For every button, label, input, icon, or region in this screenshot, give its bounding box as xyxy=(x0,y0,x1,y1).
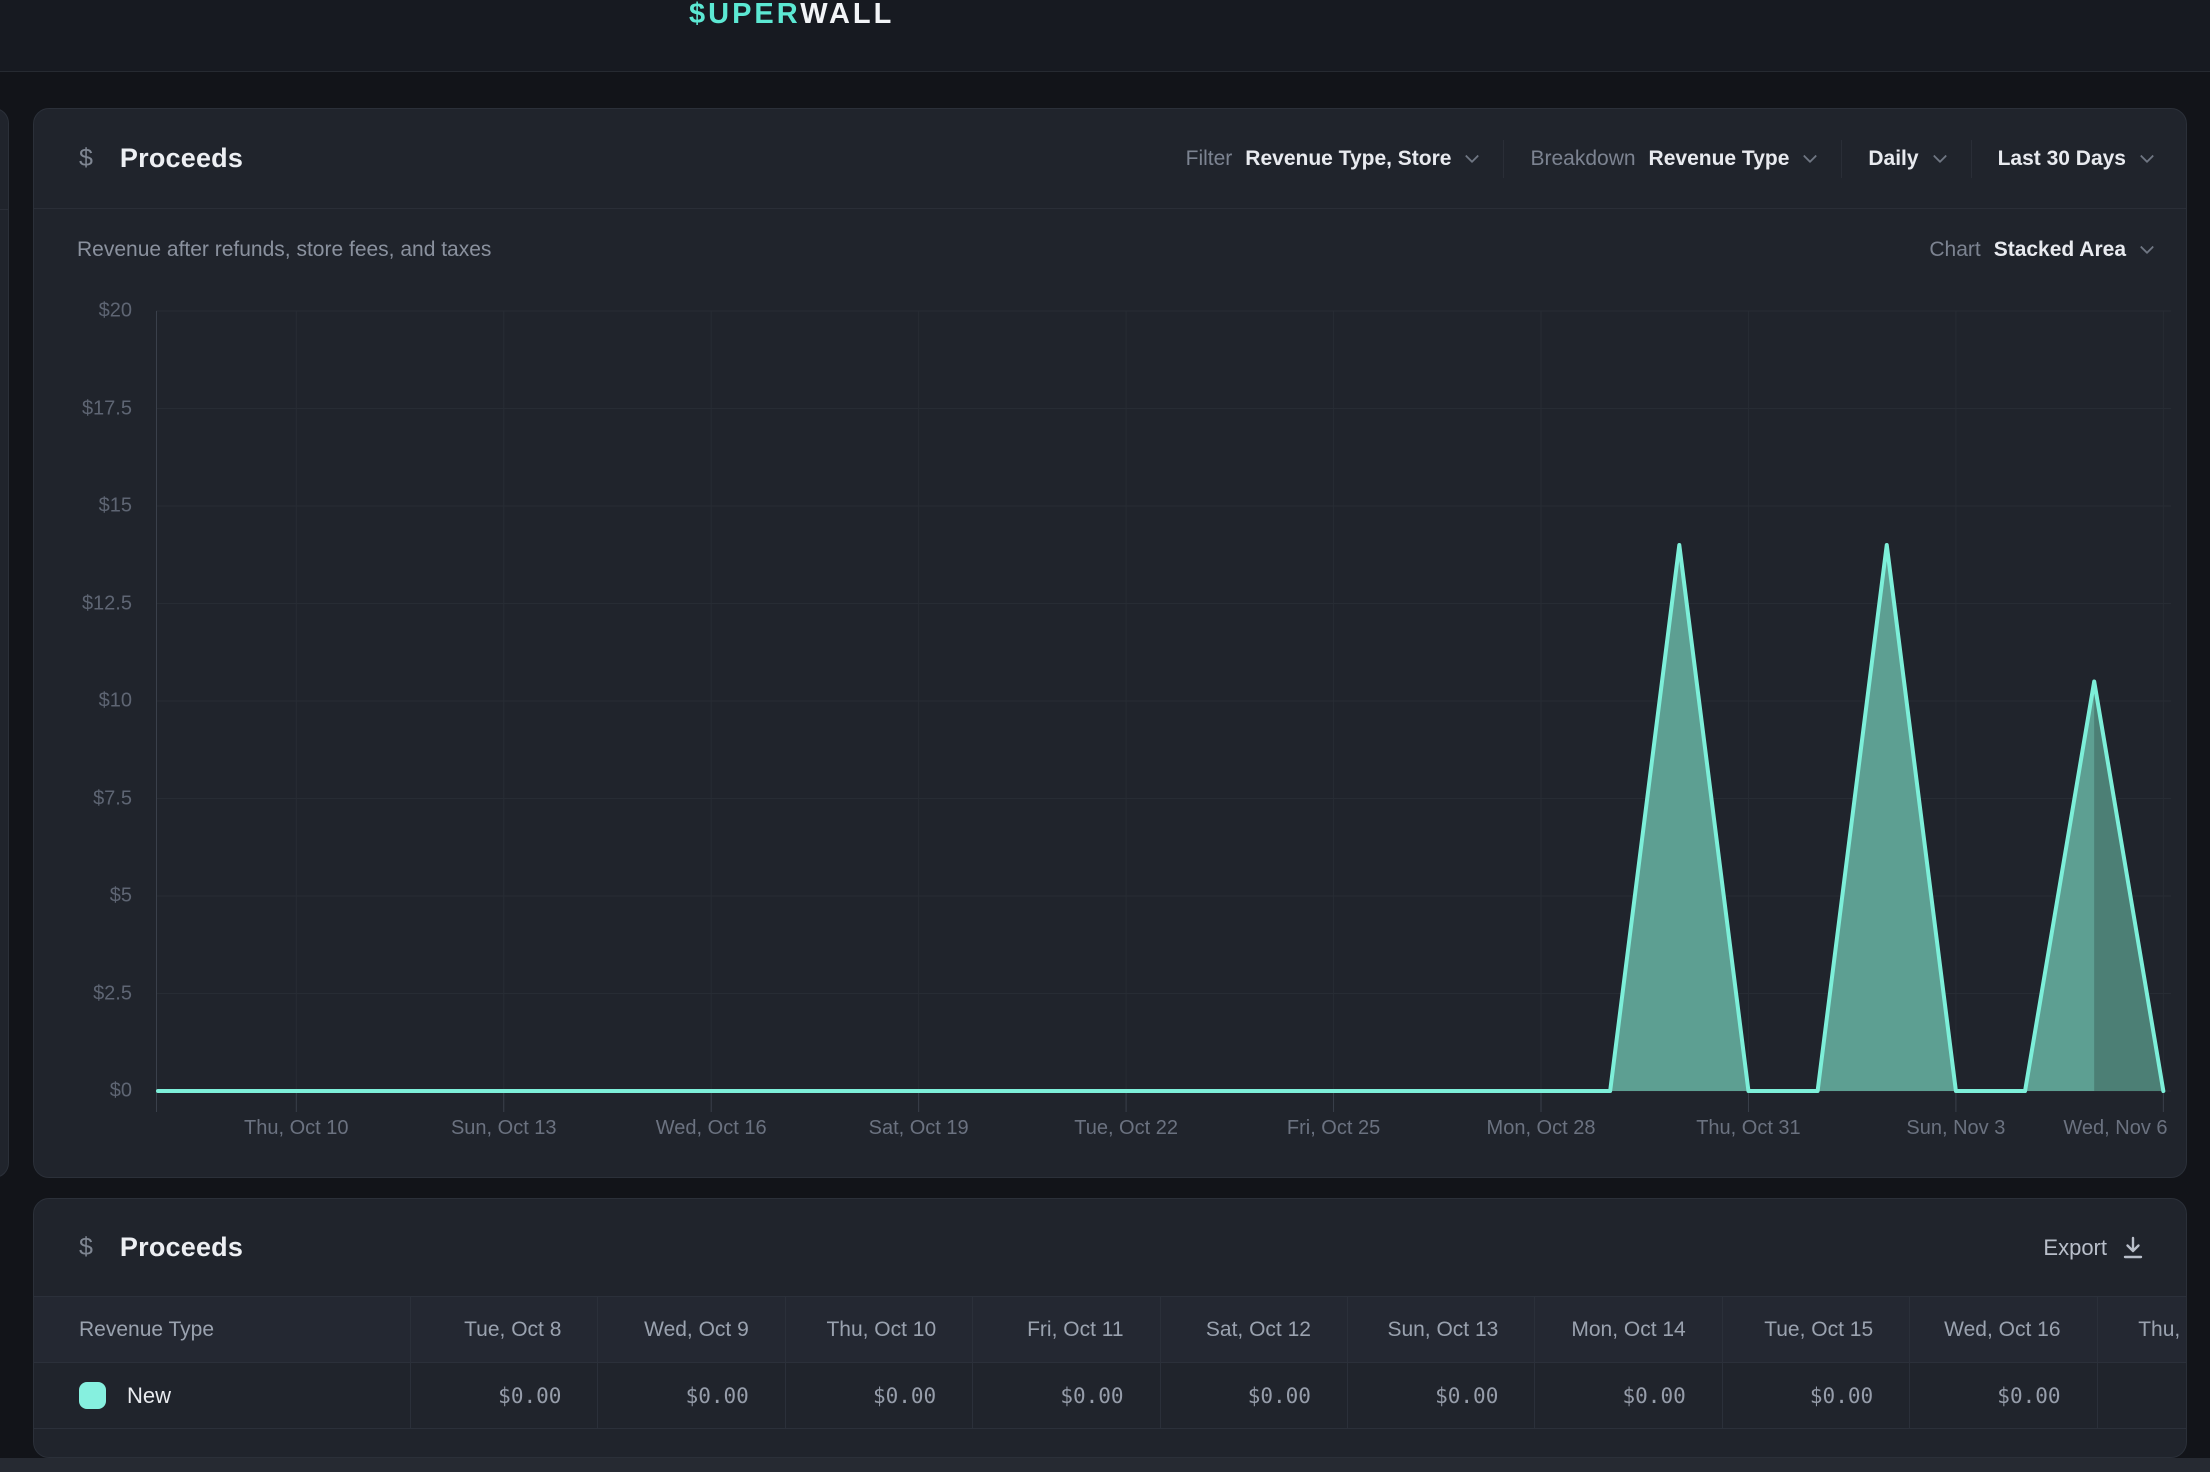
chevron-down-icon xyxy=(1933,149,1947,163)
y-axis-label: $17.5 xyxy=(82,397,132,420)
download-icon xyxy=(2122,1236,2144,1260)
date-range-dropdown[interactable]: Last 30 Days xyxy=(1998,147,2152,171)
y-axis-label: $2.5 xyxy=(93,982,132,1005)
area-chart-svg xyxy=(156,291,2171,1119)
y-axis-label: $5 xyxy=(110,885,132,908)
column-header-date: Tue, Oct 15 xyxy=(1722,1297,1909,1362)
granularity-value: Daily xyxy=(1868,147,1918,171)
column-header-date: Wed, Oct 16 xyxy=(1909,1297,2096,1362)
column-header-date: Fri, Oct 11 xyxy=(972,1297,1159,1362)
y-axis-label: $15 xyxy=(99,495,132,518)
revenue-type-cell: New xyxy=(34,1363,410,1428)
x-axis-label: Tue, Oct 22 xyxy=(1074,1117,1178,1140)
breakdown-value: Revenue Type xyxy=(1649,147,1790,171)
chevron-down-icon xyxy=(1803,149,1817,163)
breakdown-dropdown[interactable]: Breakdown Revenue Type xyxy=(1530,147,1815,171)
column-header-date: Wed, Oct 9 xyxy=(597,1297,784,1362)
column-header-date: Sat, Oct 12 xyxy=(1160,1297,1347,1362)
y-axis-label: $7.5 xyxy=(93,787,132,810)
y-axis: $20 $17.5 $15 $12.5 $10 $7.5 $5 $2.5 $0 xyxy=(34,291,132,1119)
chart-type-dropdown[interactable]: Chart Stacked Area xyxy=(1929,238,2152,262)
stacked-area-chart: $20 $17.5 $15 $12.5 $10 $7.5 $5 $2.5 $0 Thu, Oct… xyxy=(34,291,2186,1178)
value-cell: $0.00 xyxy=(1347,1363,1534,1428)
table-panel-header: $ Proceeds Export xyxy=(34,1199,2186,1296)
filter-label: Filter xyxy=(1186,147,1233,171)
series-swatch-icon xyxy=(79,1382,106,1409)
value-cell: $0.00 xyxy=(1534,1363,1721,1428)
dollar-icon: $ xyxy=(79,144,93,173)
logo-rest-text: WALL xyxy=(800,0,894,30)
filter-dropdown[interactable]: Filter Revenue Type, Store xyxy=(1186,147,1478,171)
chart-subheader: Revenue after refunds, store fees, and t… xyxy=(34,209,2186,291)
chevron-down-icon xyxy=(2140,240,2154,254)
y-axis-label: $0 xyxy=(110,1080,132,1103)
y-axis-label: $20 xyxy=(99,300,132,323)
granularity-dropdown[interactable]: Daily xyxy=(1868,147,1944,171)
dollar-icon: $ xyxy=(79,1233,93,1262)
chart-type-value: Stacked Area xyxy=(1994,238,2126,262)
x-axis-label: Fri, Oct 25 xyxy=(1287,1117,1380,1140)
adjacent-panel-edge xyxy=(0,108,9,1178)
chevron-down-icon xyxy=(2140,149,2154,163)
chart-type-label: Chart xyxy=(1929,238,1980,262)
date-range-value: Last 30 Days xyxy=(1998,147,2126,171)
value-cell: $0.00 xyxy=(1160,1363,1347,1428)
value-cell: $0.00 xyxy=(410,1363,597,1428)
column-header-date: Thu, Oct 17 xyxy=(2097,1297,2187,1362)
adjacent-panel-divider xyxy=(0,209,8,210)
bottom-strip xyxy=(0,1458,2210,1472)
table-header-row: Revenue TypeTue, Oct 8Wed, Oct 9Thu, Oct… xyxy=(34,1296,2187,1363)
y-axis-label: $10 xyxy=(99,690,132,713)
x-axis-label: Sat, Oct 19 xyxy=(869,1117,969,1140)
export-label: Export xyxy=(2043,1235,2107,1261)
value-cell: $0.00 xyxy=(597,1363,784,1428)
column-header-revenue-type: Revenue Type xyxy=(34,1297,410,1362)
x-axis-label: Wed, Nov 6 xyxy=(2063,1117,2167,1140)
chart-panel-header: $ Proceeds Filter Revenue Type, Store Br… xyxy=(34,109,2186,209)
x-axis-label: Sun, Oct 13 xyxy=(451,1117,557,1140)
filter-value: Revenue Type, Store xyxy=(1245,147,1451,171)
chart-subtitle: Revenue after refunds, store fees, and t… xyxy=(77,238,491,262)
divider xyxy=(1503,140,1504,178)
chevron-down-icon xyxy=(1465,149,1479,163)
value-cell: $0.00 xyxy=(1909,1363,2096,1428)
x-axis-label: Sun, Nov 3 xyxy=(1906,1117,2005,1140)
column-header-date: Thu, Oct 10 xyxy=(785,1297,972,1362)
proceeds-chart-panel: $ Proceeds Filter Revenue Type, Store Br… xyxy=(33,108,2187,1178)
chart-controls: Filter Revenue Type, Store Breakdown Rev… xyxy=(1186,140,2152,178)
column-header-date: Mon, Oct 14 xyxy=(1534,1297,1721,1362)
value-cell: $0.00 xyxy=(2097,1363,2187,1428)
table-title: Proceeds xyxy=(120,1232,243,1263)
table-panel-title-group: $ Proceeds xyxy=(79,1232,243,1263)
plot-area: Thu, Oct 10 Sun, Oct 13 Wed, Oct 16 Sat, Oc… xyxy=(156,291,2171,1178)
superwall-logo: $UPERWALL xyxy=(689,0,894,30)
chart-panel-title-group: $ Proceeds xyxy=(79,143,243,174)
x-axis-label: Thu, Oct 31 xyxy=(1696,1117,1801,1140)
value-cell: $0.00 xyxy=(1722,1363,1909,1428)
logo-accent-text: $UPER xyxy=(689,0,800,30)
column-header-date: Tue, Oct 8 xyxy=(410,1297,597,1362)
export-button[interactable]: Export xyxy=(2043,1235,2152,1261)
divider xyxy=(1971,140,1972,178)
y-axis-label: $12.5 xyxy=(82,592,132,615)
proceeds-table-panel: $ Proceeds Export Revenue TypeTue, Oct 8… xyxy=(33,1198,2187,1458)
breakdown-label: Breakdown xyxy=(1530,147,1635,171)
column-header-date: Sun, Oct 13 xyxy=(1347,1297,1534,1362)
series-label: New xyxy=(127,1383,171,1409)
page-title: Proceeds xyxy=(120,143,243,174)
proceeds-table: Revenue TypeTue, Oct 8Wed, Oct 9Thu, Oct… xyxy=(34,1296,2186,1429)
dashboard-screen: $UPERWALL $ Proceeds Filter Revenue Type… xyxy=(0,0,2210,1472)
table-row: New$0.00$0.00$0.00$0.00$0.00$0.00$0.00$0… xyxy=(34,1363,2187,1429)
value-cell: $0.00 xyxy=(972,1363,1159,1428)
x-axis-label: Wed, Oct 16 xyxy=(656,1117,767,1140)
top-navbar: $UPERWALL xyxy=(0,0,2210,72)
value-cell: $0.00 xyxy=(785,1363,972,1428)
x-axis-label: Thu, Oct 10 xyxy=(244,1117,349,1140)
divider xyxy=(1841,140,1842,178)
x-axis-label: Mon, Oct 28 xyxy=(1487,1117,1596,1140)
